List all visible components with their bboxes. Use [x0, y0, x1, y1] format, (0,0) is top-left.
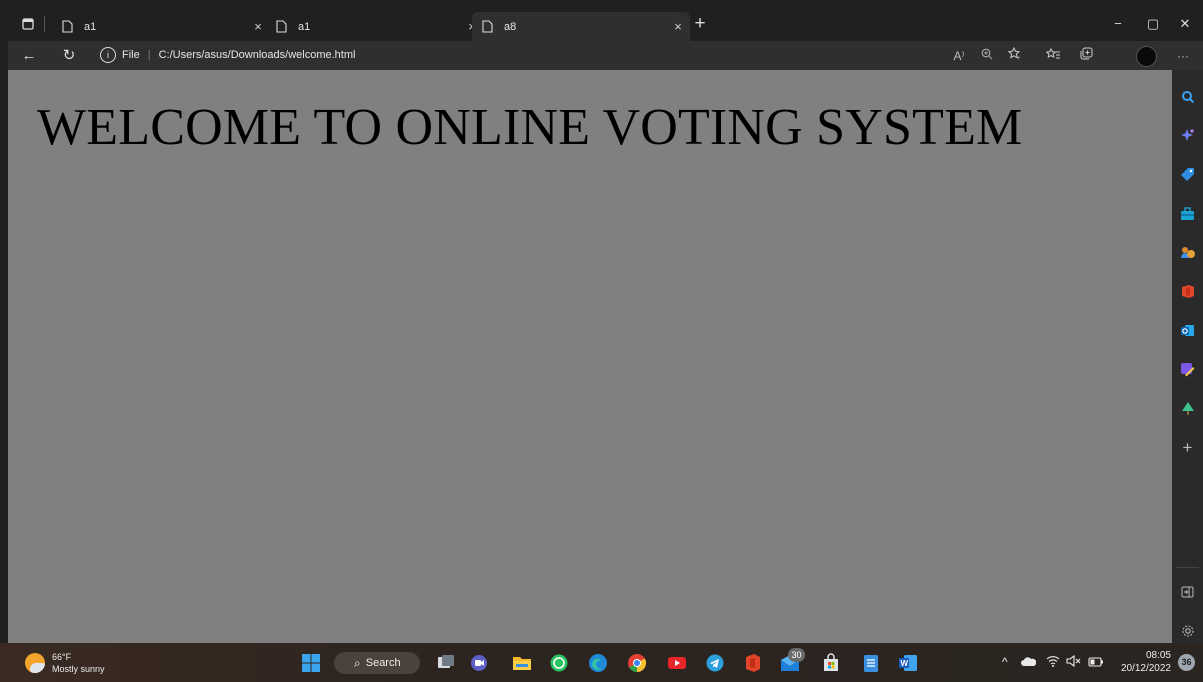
restore-button[interactable]: ▢: [1143, 14, 1163, 34]
search-icon: ⌕: [354, 655, 361, 670]
weather-condition: Mostly sunny: [52, 664, 105, 674]
tab-2[interactable]: a1 ×: [266, 12, 484, 41]
refresh-button[interactable]: ↻: [58, 45, 80, 67]
volume-muted-icon[interactable]: [1066, 654, 1082, 670]
search-icon[interactable]: [1179, 88, 1196, 105]
new-tab-button[interactable]: +: [688, 13, 712, 37]
taskbar-clock[interactable]: 08:05 20/12/2022: [1113, 649, 1171, 675]
page-content: WELCOME TO ONLINE VOTING SYSTEM: [8, 70, 1172, 643]
tray-chevron-icon[interactable]: ^: [1002, 655, 1008, 669]
shopping-tag-icon[interactable]: [1179, 166, 1196, 183]
windows-start-icon[interactable]: [301, 653, 321, 673]
office-icon[interactable]: [1179, 283, 1196, 300]
add-icon[interactable]: +: [1179, 438, 1196, 457]
taskbar-search[interactable]: ⌕ Search: [334, 652, 420, 674]
tab-1[interactable]: a1 ×: [52, 12, 270, 41]
search-label: Search: [365, 657, 401, 669]
file-explorer-icon[interactable]: [512, 653, 532, 673]
weather-sun-icon: [25, 653, 45, 673]
onedrive-icon[interactable]: [1020, 656, 1037, 670]
svg-text:+: +: [1017, 56, 1021, 60]
tab-title: a1: [84, 20, 97, 33]
read-aloud-icon[interactable]: A⁾: [948, 45, 970, 67]
scheme-label: File: [122, 49, 140, 61]
svg-text:W: W: [901, 659, 909, 668]
tab-title: a8: [504, 20, 517, 33]
info-icon[interactable]: i: [100, 47, 116, 63]
clock-time: 08:05: [1145, 650, 1171, 661]
collections-icon[interactable]: [1075, 45, 1097, 67]
more-icon[interactable]: ···: [1172, 45, 1194, 67]
welcome-heading: WELCOME TO ONLINE VOTING SYSTEM: [37, 99, 1023, 156]
address-bar: ← ↻ i File | C:/Users/asus/Downloads/wel…: [8, 41, 1203, 70]
tab-bar: a1 × a1 × a8 × + − ▢ ✕: [8, 8, 1203, 41]
close-tab-icon[interactable]: ×: [668, 19, 688, 34]
tools-icon[interactable]: [1179, 205, 1196, 222]
battery-icon[interactable]: [1088, 656, 1104, 670]
tab-title: a1: [298, 20, 311, 33]
sidebar-divider: [1176, 567, 1199, 568]
url-separator: |: [147, 49, 151, 61]
close-window-button[interactable]: ✕: [1175, 14, 1195, 34]
favorite-add-icon[interactable]: +: [1004, 45, 1026, 67]
outlook-icon[interactable]: [1179, 322, 1196, 339]
mail-badge: 30: [788, 648, 805, 662]
zoom-icon[interactable]: [976, 45, 998, 67]
discover-icon[interactable]: [1179, 127, 1196, 144]
document-icon: [482, 20, 496, 33]
task-view-icon[interactable]: [436, 653, 456, 673]
clock-date: 20/12/2022: [1120, 663, 1171, 674]
document-icon: [62, 20, 76, 33]
minimize-button[interactable]: −: [1108, 14, 1128, 34]
chrome-icon[interactable]: [627, 653, 647, 673]
back-button[interactable]: ←: [18, 45, 40, 67]
close-tab-icon[interactable]: ×: [248, 19, 268, 34]
store-icon[interactable]: [821, 653, 841, 673]
tree-icon[interactable]: [1179, 400, 1196, 417]
word-icon[interactable]: W: [898, 653, 918, 673]
edge-sidebar: +: [1172, 70, 1203, 643]
edge-icon[interactable]: [588, 653, 608, 673]
youtube-icon[interactable]: [667, 653, 687, 673]
tab-divider: [44, 16, 45, 32]
url-text[interactable]: C:/Users/asus/Downloads/welcome.html: [159, 49, 356, 61]
teams-chat-icon[interactable]: [469, 653, 489, 673]
profile-avatar[interactable]: [1136, 46, 1157, 67]
designer-icon[interactable]: [1179, 361, 1196, 378]
favorites-icon[interactable]: [1042, 45, 1064, 67]
weather-widget[interactable]: 66°F Mostly sunny: [25, 651, 105, 675]
telegram-icon[interactable]: [705, 653, 725, 673]
games-icon[interactable]: [1179, 244, 1196, 261]
notification-count-badge[interactable]: 36: [1178, 654, 1195, 671]
document-icon: [276, 20, 290, 33]
tab-actions-icon[interactable]: [20, 16, 36, 32]
whatsapp-icon[interactable]: [549, 653, 569, 673]
split-screen-icon[interactable]: [1179, 583, 1196, 600]
tab-3-active[interactable]: a8 ×: [472, 12, 690, 41]
weather-temp: 66°F: [52, 652, 72, 662]
office-app-icon[interactable]: [743, 653, 763, 673]
url-field[interactable]: i File | C:/Users/asus/Downloads/welcome…: [98, 44, 408, 66]
notepad-icon[interactable]: [861, 653, 881, 673]
wifi-icon[interactable]: [1046, 655, 1060, 670]
settings-icon[interactable]: [1179, 622, 1196, 639]
taskbar: 66°F Mostly sunny ⌕ Search 30 W ^ 08:05 …: [0, 643, 1203, 682]
browser-window: a1 × a1 × a8 × + − ▢ ✕ ← ↻ i File | C:/U…: [8, 8, 1203, 643]
